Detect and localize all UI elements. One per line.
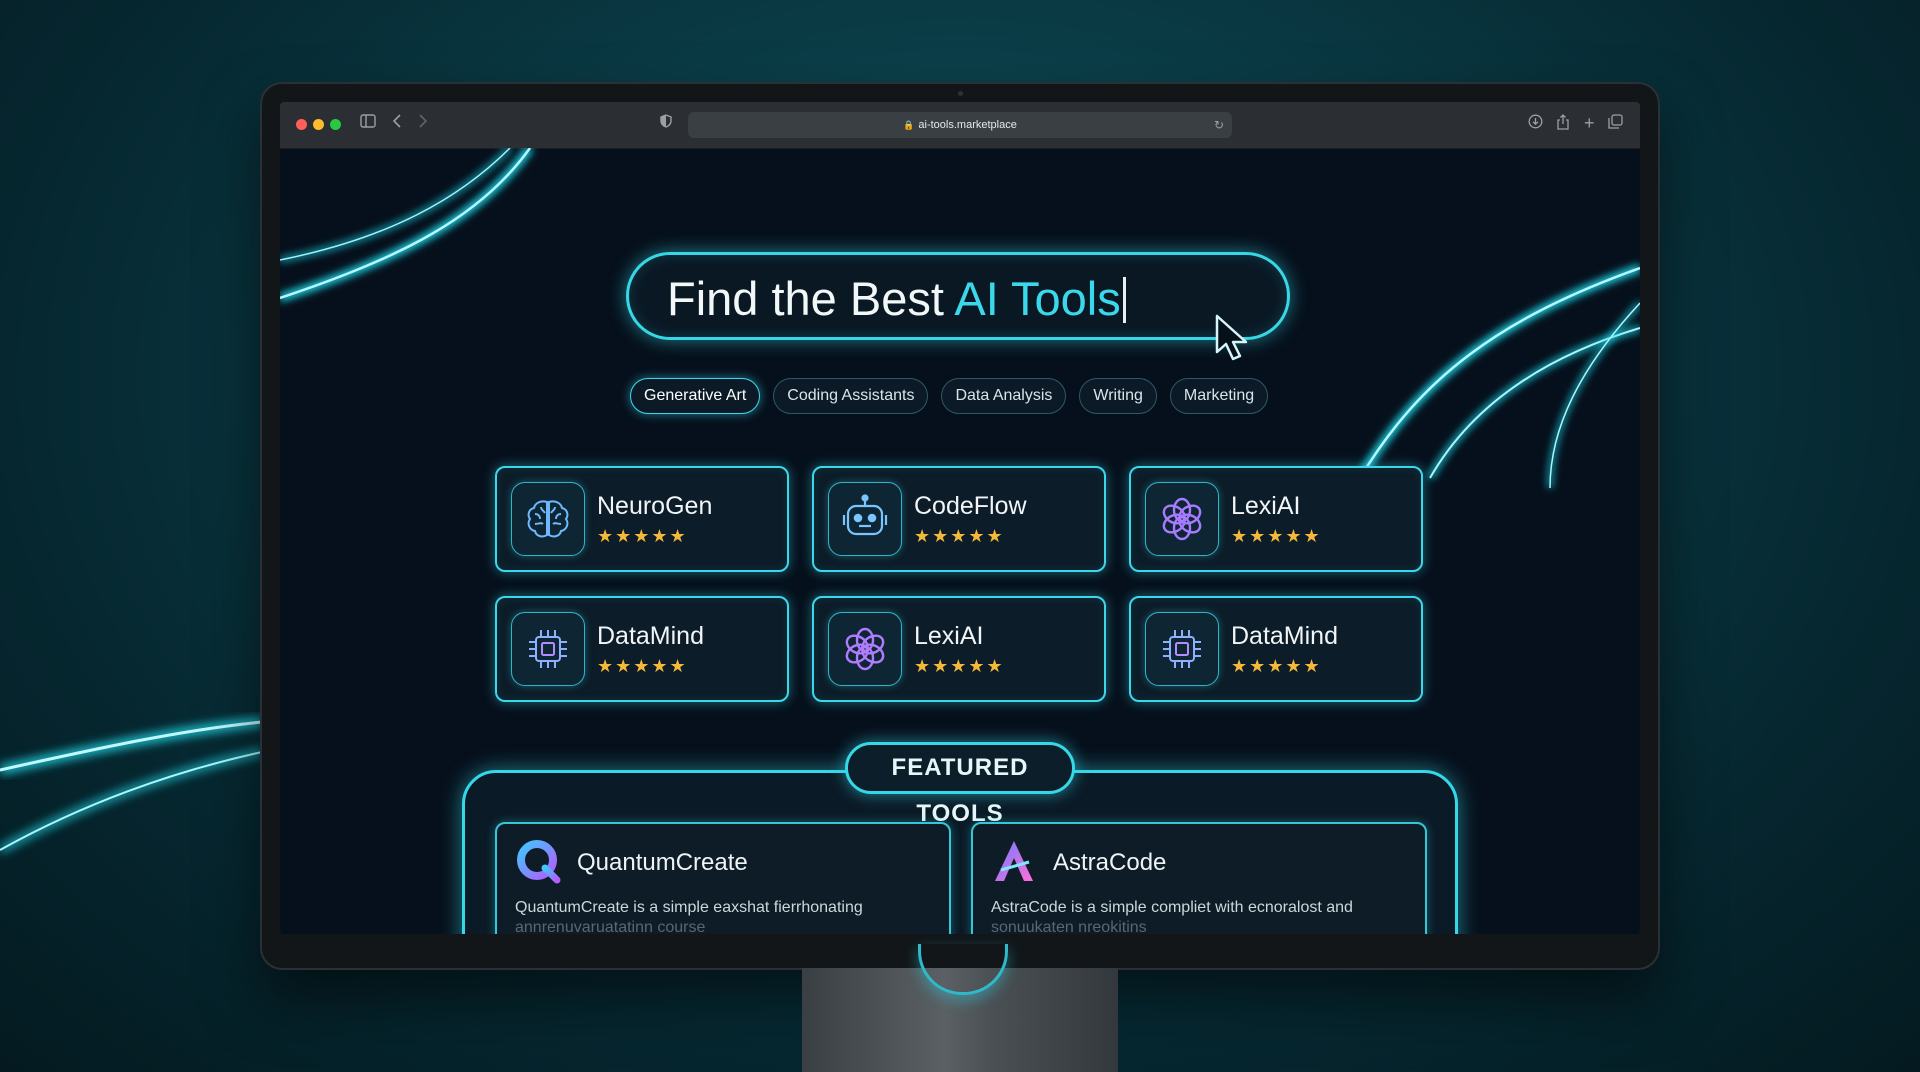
- address-bar[interactable]: 🔒 ai-tools.marketplace ↻: [688, 112, 1232, 138]
- search-input[interactable]: Find the Best AI Tools: [626, 252, 1290, 340]
- tool-card[interactable]: LexiAI ★★★★★: [1129, 466, 1423, 572]
- astra-logo-icon: [991, 838, 1037, 884]
- featured-card-description: AstraCode is a simple compliet with ecno…: [991, 899, 1353, 916]
- knot-icon: [828, 612, 902, 686]
- chip-data-analysis[interactable]: Data Analysis: [941, 378, 1067, 414]
- tool-card[interactable]: DataMind ★★★★★: [1129, 596, 1423, 702]
- tool-name: NeuroGen: [597, 492, 713, 520]
- monitor: 🔒 ai-tools.marketplace ↻ + Find the Best…: [262, 84, 1658, 968]
- chip-icon: [1145, 612, 1219, 686]
- brain-icon: [511, 482, 585, 556]
- chip-generative-art[interactable]: Generative Art: [630, 378, 761, 414]
- featured-card-description-line2: sonuukaten nreokitins: [991, 919, 1147, 934]
- tabs-overview-icon[interactable]: [1608, 114, 1623, 135]
- star-rating: ★★★★★: [1231, 526, 1322, 546]
- featured-card-name: AstraCode: [1053, 849, 1167, 876]
- minimize-window-button[interactable]: [313, 119, 324, 130]
- tool-card[interactable]: NeuroGen ★★★★★: [495, 466, 789, 572]
- shield-icon[interactable]: [660, 114, 672, 134]
- tool-card[interactable]: DataMind ★★★★★: [495, 596, 789, 702]
- featured-card[interactable]: AstraCode AstraCode is a simple compliet…: [971, 822, 1427, 934]
- close-window-button[interactable]: [296, 119, 307, 130]
- tool-name: DataMind: [1231, 622, 1338, 650]
- download-icon[interactable]: [1528, 114, 1543, 135]
- text-caret: [1122, 277, 1126, 323]
- search-text-accent: AI Tools: [954, 272, 1121, 325]
- url-text: ai-tools.marketplace: [918, 119, 1017, 131]
- knot-icon: [1145, 482, 1219, 556]
- tool-card[interactable]: LexiAI ★★★★★: [812, 596, 1106, 702]
- featured-title: FEATURED TOOLS: [845, 742, 1075, 827]
- chip-coding-assistants[interactable]: Coding Assistants: [773, 378, 929, 414]
- search-text: Find the Best AI Tools: [667, 273, 1126, 325]
- chip-writing[interactable]: Writing: [1079, 378, 1157, 414]
- sidebar-toggle-icon[interactable]: [360, 114, 376, 134]
- chip-marketing[interactable]: Marketing: [1169, 378, 1269, 414]
- tool-name: LexiAI: [1231, 492, 1301, 520]
- star-rating: ★★★★★: [914, 656, 1005, 676]
- star-rating: ★★★★★: [597, 526, 688, 546]
- search-text-main: Find the Best: [667, 272, 955, 325]
- robot-icon: [828, 482, 902, 556]
- lock-icon: 🔒: [903, 120, 915, 130]
- browser-toolbar: 🔒 ai-tools.marketplace ↻ +: [280, 102, 1640, 149]
- tool-name: DataMind: [597, 622, 704, 650]
- reload-icon[interactable]: ↻: [1214, 112, 1224, 138]
- tool-name: CodeFlow: [914, 492, 1027, 520]
- star-rating: ★★★★★: [914, 526, 1005, 546]
- star-rating: ★★★★★: [1231, 656, 1322, 676]
- page: Find the Best AI Tools Generative Art Co…: [280, 148, 1640, 934]
- tool-card[interactable]: CodeFlow ★★★★★: [812, 466, 1106, 572]
- forward-icon[interactable]: [418, 114, 428, 134]
- featured-card-description: QuantumCreate is a simple eaxshat fierrh…: [515, 899, 863, 916]
- mouse-pointer-icon: [1215, 314, 1248, 361]
- category-chips: Generative Art Coding Assistants Data An…: [630, 378, 1269, 414]
- featured-card[interactable]: QuantumCreate QuantumCreate is a simple …: [495, 822, 951, 934]
- tool-grid: NeuroGen ★★★★★ CodeFlow ★★★★★ LexiAI ★★★…: [495, 466, 1425, 702]
- camera: [958, 91, 963, 96]
- featured-card-name: QuantumCreate: [577, 849, 748, 876]
- tool-name: LexiAI: [914, 622, 984, 650]
- maximize-window-button[interactable]: [330, 119, 341, 130]
- new-tab-icon[interactable]: +: [1584, 113, 1595, 133]
- featured-card-description-line2: annrenuvaruatatinn course: [515, 919, 706, 934]
- star-rating: ★★★★★: [597, 656, 688, 676]
- share-icon[interactable]: [1556, 114, 1570, 136]
- quantum-logo-icon: [515, 838, 561, 884]
- back-icon[interactable]: [392, 114, 402, 134]
- chip-icon: [511, 612, 585, 686]
- screen: 🔒 ai-tools.marketplace ↻ + Find the Best…: [280, 102, 1640, 934]
